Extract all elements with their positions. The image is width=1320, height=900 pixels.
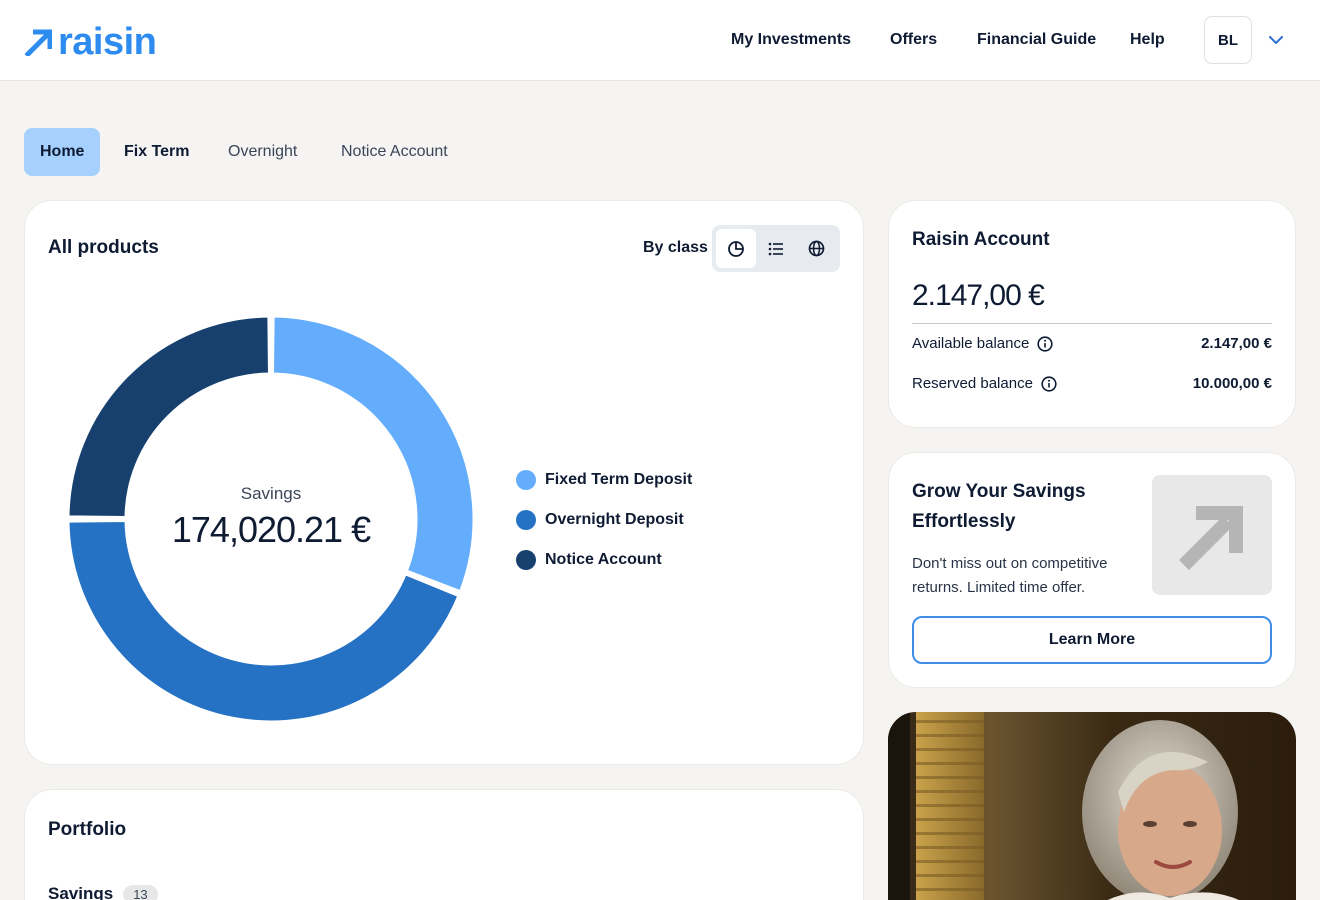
promo-photo xyxy=(888,712,1296,900)
legend-label: Overnight Deposit xyxy=(545,511,684,528)
promo-title: Grow Your Savings Effortlessly xyxy=(912,481,1086,532)
woman-portrait-image xyxy=(888,712,1296,900)
promo-card: Grow Your Savings Effortlessly Don't mis… xyxy=(888,452,1296,688)
tab-overnight[interactable]: Overnight xyxy=(228,128,297,176)
info-icon[interactable] xyxy=(1037,335,1053,352)
pie-chart-icon xyxy=(728,240,744,257)
account-title: Raisin Account xyxy=(912,229,1050,250)
legend-overnight: Overnight Deposit xyxy=(516,510,684,530)
portfolio-savings-label: Savings xyxy=(48,884,114,900)
tab-notice-account[interactable]: Notice Account xyxy=(341,128,448,176)
divider xyxy=(912,323,1272,324)
tab-fix-term[interactable]: Fix Term xyxy=(124,128,190,176)
tab-home[interactable]: Home xyxy=(24,128,100,176)
available-balance-label: Available balance xyxy=(912,335,1030,352)
available-balance-label-wrap: Available balance xyxy=(912,335,1053,352)
reserved-balance-value: 10.000,00 € xyxy=(1192,375,1272,392)
portfolio-savings-header[interactable]: Savings 13 xyxy=(48,884,158,900)
view-toggle-group xyxy=(712,225,840,272)
donut-center-value: 174,020.21 € xyxy=(171,509,371,550)
available-balance-row: Available balance 2.147,00 € xyxy=(912,335,1272,352)
legend-label: Notice Account xyxy=(545,551,662,568)
account-amount: 2.147,00 € xyxy=(912,279,1045,312)
portfolio-card: Portfolio Savings 13 xyxy=(24,789,864,900)
list-icon xyxy=(768,242,783,255)
nav-help[interactable]: Help xyxy=(1130,30,1165,50)
legend-label: Fixed Term Deposit xyxy=(545,471,693,488)
savings-donut-chart xyxy=(66,314,476,724)
donut-center-label: Savings xyxy=(240,484,302,503)
logo-text: raisin xyxy=(58,21,157,63)
reserved-balance-row: Reserved balance 10.000,00 € xyxy=(912,375,1272,392)
learn-more-button[interactable]: Learn More xyxy=(912,616,1272,664)
reserved-balance-label: Reserved balance xyxy=(912,375,1033,392)
raisin-logo[interactable]: raisin xyxy=(24,21,157,63)
arrow-up-right-icon xyxy=(1179,506,1243,570)
view-by-class-label: By class xyxy=(643,239,708,256)
globe-view-button[interactable] xyxy=(796,229,836,268)
globe-icon xyxy=(808,240,824,257)
legend-notice: Notice Account xyxy=(516,550,662,570)
all-products-card: All products By class Savings 174,020.21 xyxy=(24,200,864,765)
nav-my-investments[interactable]: My Investments xyxy=(731,30,851,50)
chevron-down-icon[interactable] xyxy=(1266,30,1286,50)
nav-offers[interactable]: Offers xyxy=(890,30,937,50)
count-badge: 13 xyxy=(123,884,158,900)
raisin-account-card: Raisin Account 2.147,00 € Available bala… xyxy=(888,200,1296,428)
user-avatar[interactable]: BL xyxy=(1204,16,1252,64)
info-icon[interactable] xyxy=(1041,375,1057,392)
available-balance-value: 2.147,00 € xyxy=(1201,335,1272,352)
pie-view-button[interactable] xyxy=(716,229,756,268)
promo-image xyxy=(1152,475,1272,595)
list-view-button[interactable] xyxy=(756,229,796,268)
legend-dot xyxy=(516,550,536,570)
portfolio-title: Portfolio xyxy=(48,819,127,840)
legend-dot xyxy=(516,470,536,490)
legend-dot xyxy=(516,510,536,530)
top-bar: raisin My Investments Offers Financial G… xyxy=(0,0,1320,81)
legend-fixed-term: Fixed Term Deposit xyxy=(516,470,692,490)
promo-text: Don't miss out on competitive returns. L… xyxy=(912,555,1108,596)
reserved-balance-label-wrap: Reserved balance xyxy=(912,375,1057,392)
arrow-up-right-icon xyxy=(24,29,52,56)
nav-financial-guide[interactable]: Financial Guide xyxy=(977,30,1096,50)
